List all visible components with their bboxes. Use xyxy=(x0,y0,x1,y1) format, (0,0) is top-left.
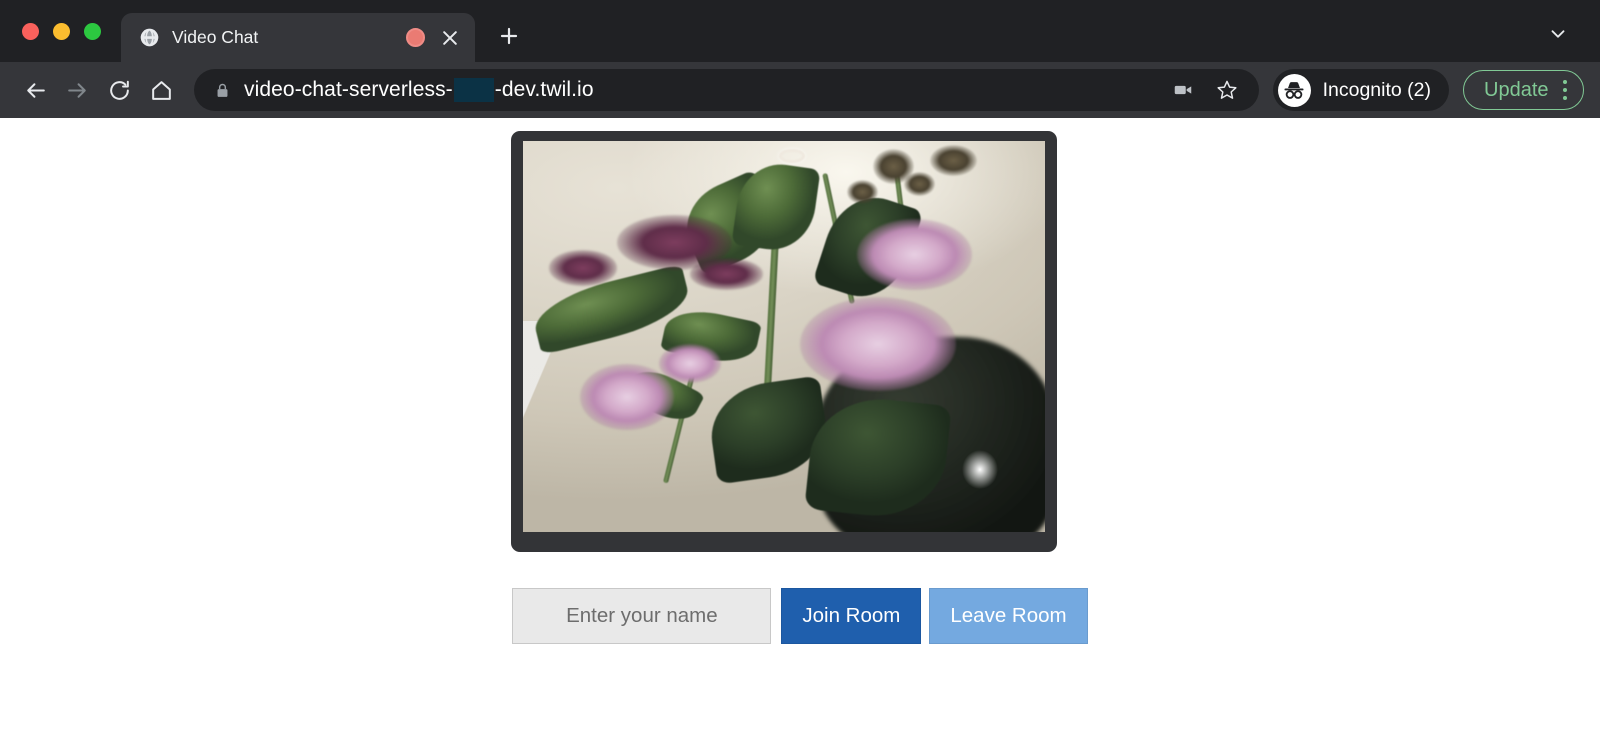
video-bloom xyxy=(580,363,675,431)
profile-label: Incognito (2) xyxy=(1322,78,1431,101)
page-viewport: Join Room Leave Room xyxy=(0,118,1600,741)
minimize-window-button[interactable] xyxy=(53,23,70,40)
room-controls: Join Room Leave Room xyxy=(0,588,1600,644)
name-input[interactable] xyxy=(512,588,772,644)
omnibox-actions xyxy=(1169,76,1249,104)
maximize-window-button[interactable] xyxy=(84,23,101,40)
url-suffix: -dev.twil.io xyxy=(494,78,594,101)
video-bud xyxy=(904,172,936,196)
local-video-preview[interactable] xyxy=(523,141,1045,532)
video-bloom xyxy=(690,258,764,290)
update-button[interactable]: Update xyxy=(1463,70,1584,110)
star-icon[interactable] xyxy=(1213,76,1241,104)
browser-window: Video Chat video-chat-serverless- -dev.t… xyxy=(0,0,1600,741)
address-bar[interactable]: video-chat-serverless- -dev.twil.io xyxy=(194,69,1259,111)
window-traffic-lights xyxy=(0,23,121,62)
new-tab-button[interactable] xyxy=(489,16,529,56)
close-window-button[interactable] xyxy=(22,23,39,40)
video-bloom xyxy=(799,297,957,392)
video-bud xyxy=(930,144,978,177)
home-icon[interactable] xyxy=(140,69,182,111)
incognito-icon xyxy=(1277,73,1311,107)
video-camera-icon[interactable] xyxy=(1169,76,1197,104)
profile-incognito-chip[interactable]: Incognito (2) xyxy=(1272,69,1449,111)
url-text: video-chat-serverless- -dev.twil.io xyxy=(244,78,1155,102)
video-bloom xyxy=(857,219,972,290)
globe-icon xyxy=(139,27,160,48)
chevron-down-icon[interactable] xyxy=(1542,18,1574,50)
leave-room-button[interactable]: Leave Room xyxy=(929,588,1088,644)
tab-strip: Video Chat xyxy=(0,0,1600,62)
close-icon[interactable] xyxy=(437,25,463,51)
video-vase-highlight xyxy=(961,449,999,489)
url-redacted-block xyxy=(453,78,494,102)
lock-icon xyxy=(214,81,230,99)
recording-dot-icon xyxy=(406,28,425,47)
video-bloom xyxy=(549,250,617,286)
url-prefix: video-chat-serverless- xyxy=(244,78,453,101)
update-label: Update xyxy=(1484,78,1549,101)
forward-arrow-icon xyxy=(56,69,98,111)
join-room-button[interactable]: Join Room xyxy=(781,588,922,644)
back-arrow-icon[interactable] xyxy=(14,69,56,111)
kebab-menu-icon[interactable] xyxy=(1559,79,1572,101)
tab-title: Video Chat xyxy=(172,27,259,47)
video-ceiling-fixture xyxy=(778,148,805,163)
browser-toolbar: video-chat-serverless- -dev.twil.io Inco… xyxy=(0,62,1600,118)
local-video-frame xyxy=(511,131,1057,552)
tab-video-chat[interactable]: Video Chat xyxy=(121,13,475,62)
video-bud xyxy=(846,180,878,204)
reload-icon[interactable] xyxy=(98,69,140,111)
